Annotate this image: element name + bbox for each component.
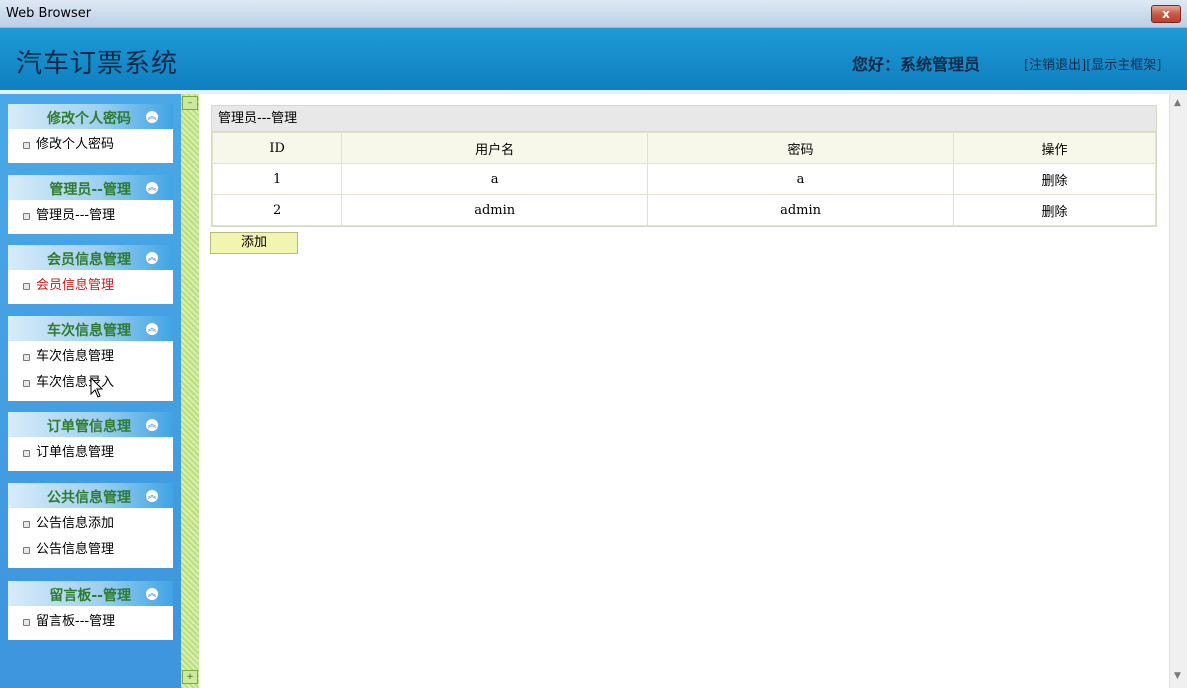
cell-action: 删除	[952, 194, 1157, 226]
sidebar-item-admin-manage[interactable]: 管理员---管理	[8, 203, 173, 229]
sidebar-group-guestbook: 留言板--管理 ︽ 留言板---管理	[8, 581, 173, 640]
main-content: 管理员---管理 ID 用户名 密码 操作 1 a a 删除 2 admin a…	[199, 94, 1169, 688]
scroll-down-icon[interactable]: ▼	[1174, 671, 1181, 681]
chevron-up-icon[interactable]: ︽	[145, 251, 159, 265]
sidebar-item-label: 公告信息管理	[36, 542, 115, 557]
bullet-icon	[23, 547, 30, 554]
sidebar-item-train-manage[interactable]: 车次信息管理	[8, 344, 173, 370]
cell-username: a	[341, 163, 649, 195]
sidebar-item-label: 订单信息管理	[36, 445, 115, 460]
close-button[interactable]: x	[1151, 5, 1181, 23]
sidebar-item-order-manage[interactable]: 订单信息管理	[8, 440, 173, 466]
sidebar-item-guestbook-manage[interactable]: 留言板---管理	[8, 609, 173, 635]
column-header-username: 用户名	[341, 132, 649, 164]
mouse-cursor-icon	[90, 377, 104, 398]
window-title: Web Browser	[6, 6, 92, 21]
sidebar-group-public: 公共信息管理 ︽ 公告信息添加 公告信息管理	[8, 483, 173, 568]
sidebar-item-notice-add[interactable]: 公告信息添加	[8, 511, 173, 537]
sidebar-item-notice-manage[interactable]: 公告信息管理	[8, 537, 173, 563]
group-title: 会员信息管理	[47, 252, 131, 268]
group-header[interactable]: 留言板--管理 ︽	[8, 581, 173, 606]
admin-table: ID 用户名 密码 操作 1 a a 删除 2 admin admin 删除	[211, 132, 1157, 226]
cell-password: a	[647, 163, 954, 195]
sidebar-group-order: 订单管信息理 ︽ 订单信息管理	[8, 412, 173, 471]
group-header[interactable]: 车次信息管理 ︽	[8, 316, 173, 341]
sidebar-item-change-password[interactable]: 修改个人密码	[8, 132, 173, 158]
table-row: 2 admin admin 删除	[211, 194, 1157, 226]
chevron-up-icon[interactable]: ︽	[145, 322, 159, 336]
cell-password: admin	[647, 194, 954, 226]
bullet-icon	[23, 380, 30, 387]
group-title: 公共信息管理	[47, 490, 131, 506]
app-header: 汽车订票系统 您好：系统管理员 [注销退出][显示主框架]	[0, 28, 1187, 90]
cell-id: 2	[211, 194, 343, 226]
bullet-icon	[23, 619, 30, 626]
group-header[interactable]: 公共信息管理 ︽	[8, 483, 173, 508]
sidebar-item-label: 留言板---管理	[36, 614, 116, 629]
bullet-icon	[23, 213, 30, 220]
sidebar-group-member: 会员信息管理 ︽ 会员信息管理	[8, 245, 173, 304]
group-title: 管理员--管理	[49, 182, 131, 198]
chevron-up-icon[interactable]: ︽	[145, 587, 159, 601]
bullet-icon	[23, 142, 30, 149]
sidebar-group-change-password: 修改个人密码 ︽ 修改个人密码	[8, 104, 173, 163]
sidebar-item-label: 管理员---管理	[36, 208, 116, 223]
bullet-icon	[23, 450, 30, 457]
table-row: 1 a a 删除	[211, 163, 1157, 195]
column-header-action: 操作	[952, 132, 1157, 164]
collapse-sidebar-button[interactable]: –	[182, 96, 198, 110]
group-header[interactable]: 订单管信息理 ︽	[8, 412, 173, 437]
group-title: 车次信息管理	[47, 323, 131, 339]
sidebar-item-label: 修改个人密码	[36, 137, 115, 152]
sidebar: 修改个人密码 ︽ 修改个人密码 管理员--管理 ︽ 管理员---管理 会员信息管…	[0, 94, 181, 688]
cell-id: 1	[211, 163, 343, 195]
vertical-scrollbar[interactable]: ▲ ▼	[1169, 94, 1187, 688]
bullet-icon	[23, 283, 30, 290]
header-links: [注销退出][显示主框架]	[1024, 54, 1161, 73]
group-title: 订单管信息理	[47, 419, 131, 435]
column-header-id: ID	[211, 132, 343, 164]
chevron-up-icon[interactable]: ︽	[145, 181, 159, 195]
group-title: 修改个人密码	[47, 111, 131, 127]
cell-username: admin	[341, 194, 649, 226]
chevron-up-icon[interactable]: ︽	[145, 489, 159, 503]
sidebar-item-label: 会员信息管理	[36, 278, 115, 293]
sidebar-group-admin: 管理员--管理 ︽ 管理员---管理	[8, 175, 173, 234]
group-header[interactable]: 会员信息管理 ︽	[8, 245, 173, 270]
delete-link[interactable]: 删除	[1041, 205, 1067, 220]
group-header[interactable]: 修改个人密码 ︽	[8, 104, 173, 129]
frame-splitter[interactable]: – +	[181, 94, 199, 688]
sidebar-item-label: 车次信息管理	[36, 349, 115, 364]
bullet-icon	[23, 521, 30, 528]
sidebar-item-label: 公告信息添加	[36, 516, 115, 531]
close-icon: x	[1162, 7, 1170, 21]
greeting-text: 您好：系统管理员	[852, 55, 981, 74]
expand-sidebar-button[interactable]: +	[182, 670, 198, 684]
chevron-up-icon[interactable]: ︽	[145, 418, 159, 432]
bullet-icon	[23, 354, 30, 361]
admin-panel: 管理员---管理 ID 用户名 密码 操作 1 a a 删除 2 admin a…	[211, 105, 1157, 227]
panel-title: 管理员---管理	[212, 106, 1156, 132]
logout-link[interactable]: [注销退出]	[1024, 58, 1086, 73]
scroll-up-icon[interactable]: ▲	[1174, 98, 1181, 108]
chevron-up-icon[interactable]: ︽	[145, 110, 159, 124]
delete-link[interactable]: 删除	[1041, 174, 1067, 189]
app-title: 汽车订票系统	[16, 49, 179, 79]
group-header[interactable]: 管理员--管理 ︽	[8, 175, 173, 200]
group-title: 留言板--管理	[49, 588, 131, 604]
cell-action: 删除	[952, 163, 1157, 195]
sidebar-item-member-manage[interactable]: 会员信息管理	[8, 273, 173, 299]
column-header-password: 密码	[647, 132, 954, 164]
show-main-frame-link[interactable]: [显示主框架]	[1086, 58, 1161, 73]
add-button[interactable]: 添加	[210, 232, 298, 254]
table-header-row: ID 用户名 密码 操作	[211, 132, 1157, 164]
window-titlebar: Web Browser x	[0, 0, 1187, 28]
